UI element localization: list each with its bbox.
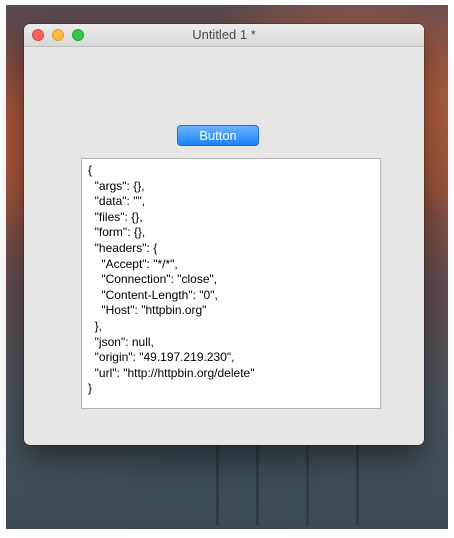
response-text-view[interactable]: { "args": {}, "data": "", "files": {}, "… [81,158,381,409]
title-bar[interactable]: Untitled 1 * [24,24,424,47]
response-text: { "args": {}, "data": "", "files": {}, "… [88,163,255,396]
screenshot-canvas: Untitled 1 * Button { "args": {}, "data"… [0,0,454,538]
window-title: Untitled 1 * [192,27,256,42]
primary-button[interactable]: Button [177,125,259,146]
app-window: Untitled 1 * Button { "args": {}, "data"… [24,24,424,445]
